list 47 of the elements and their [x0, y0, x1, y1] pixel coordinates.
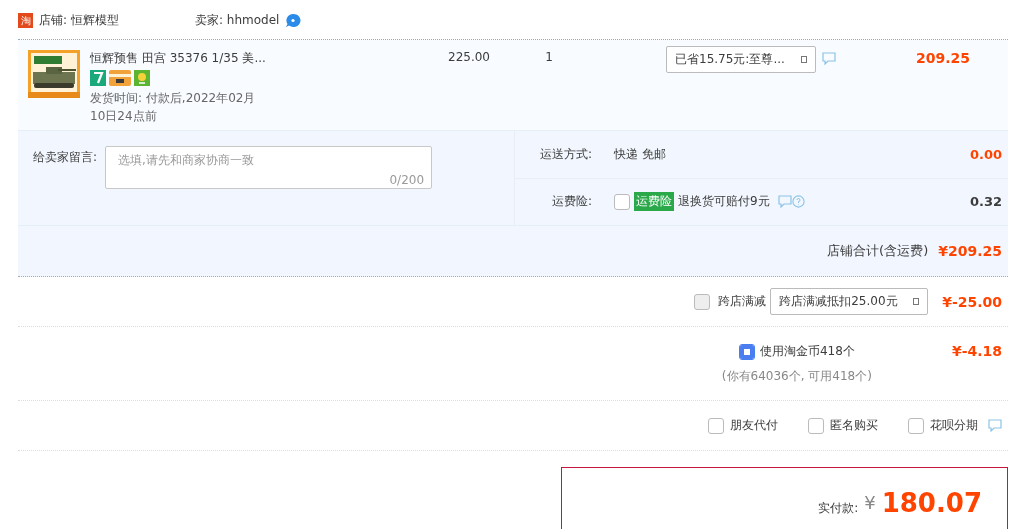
coin-amount: ¥-4.18 — [951, 343, 1002, 361]
option-label: 花呗分期 — [930, 417, 978, 434]
help-icon[interactable] — [791, 195, 805, 209]
item-title[interactable]: 恒辉预售 田宫 35376 1/35 美... — [90, 50, 280, 67]
option-checkbox[interactable] — [708, 417, 724, 434]
delivery-time: 发货时间: 付款后,2022年02月10日24点前 — [90, 90, 257, 125]
currency-sign: ¥ — [864, 492, 876, 513]
insurance-text: 退换货可赔付9元 — [678, 193, 770, 211]
message-label: 给卖家留言: — [33, 149, 98, 166]
option-checkbox[interactable] — [808, 417, 824, 434]
payment-amount: 180.07 — [881, 488, 982, 518]
insurance-checkbox[interactable] — [614, 193, 630, 210]
cross-store-amount: ¥-25.00 — [942, 293, 1002, 310]
character-counter: 0/200 — [389, 173, 425, 187]
shipping-method: 快递 免邮 — [614, 145, 667, 163]
chat-icon[interactable] — [777, 195, 792, 209]
option-checkbox-label[interactable]: 花呗分期 — [908, 417, 978, 434]
chat-bubble-icon[interactable] — [285, 13, 302, 28]
option-checkbox-label[interactable]: 匿名购买 — [808, 417, 878, 434]
seven-day-return-icon — [90, 70, 106, 86]
insurance-tag: 运费险 — [634, 192, 674, 212]
option-checkbox-label[interactable]: 朋友代付 — [708, 417, 778, 434]
store-total-amount: ¥209.25 — [938, 243, 1002, 259]
option-label: 匿名购买 — [830, 417, 878, 434]
seller-name: 卖家: hhmodel — [195, 12, 280, 29]
coin-label: 使用淘金币418个 — [759, 343, 855, 360]
option-label: 朋友代付 — [730, 417, 778, 434]
insurance-fee: 0.32 — [969, 194, 1002, 210]
coin-checkbox[interactable] — [738, 343, 755, 360]
quantity: 1 — [545, 50, 553, 64]
item-subtotal: 209.25 — [915, 50, 970, 66]
unit-price: 225.00 — [448, 50, 490, 64]
chat-icon[interactable] — [988, 419, 1002, 432]
insurance-label: 运费险: — [550, 193, 592, 211]
card-icon — [109, 70, 131, 86]
chat-icon[interactable] — [822, 52, 836, 65]
promo-select[interactable]: 已省15.75元:至尊... — [666, 46, 816, 73]
shop-logo: 淘 — [18, 13, 33, 28]
cross-store-label: 跨店满减 — [718, 293, 767, 310]
shipping-label: 运送方式: — [538, 145, 592, 163]
shop-name: 店铺: 恒辉模型 — [39, 12, 120, 29]
option-checkbox[interactable] — [908, 417, 924, 434]
payment-label: 实付款: — [818, 500, 859, 517]
store-total-label: 店铺合计(含运费) — [827, 242, 929, 260]
shipping-fee: 0.00 — [969, 146, 1002, 162]
coin-note: (你有64036个, 可用418个) — [721, 368, 872, 385]
badge-icon — [134, 70, 150, 86]
